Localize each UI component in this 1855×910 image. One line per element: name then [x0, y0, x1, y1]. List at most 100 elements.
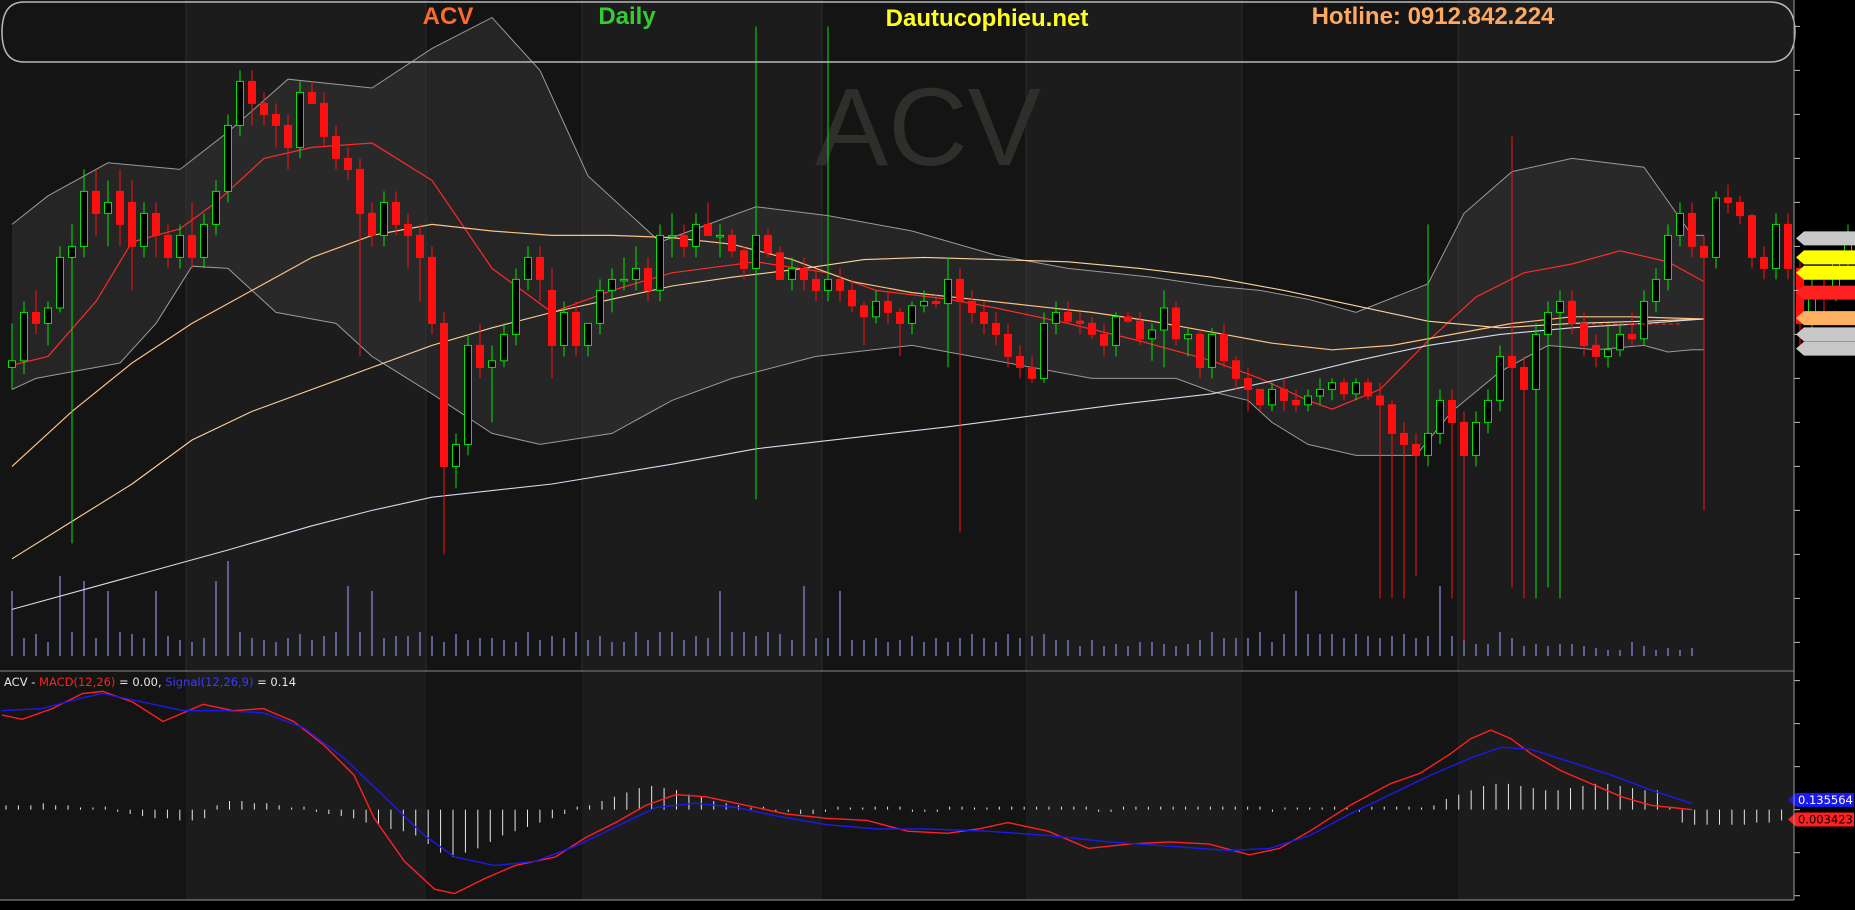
legend-symbol: ACV -	[4, 675, 39, 689]
candle-body-down	[704, 223, 712, 236]
macd-panel[interactable]	[0, 672, 1794, 900]
candle-body-down	[404, 223, 412, 236]
candle-body-down	[644, 267, 652, 291]
macd-month-band	[186, 672, 426, 900]
macd-tag-text: 0.003423	[1798, 813, 1853, 827]
candle-body-down	[1580, 322, 1588, 346]
price-tag	[1796, 265, 1855, 280]
candle-body-down	[1028, 366, 1036, 379]
candle-body-down	[800, 267, 808, 280]
legend-signal-label: Signal(12,26,9)	[165, 675, 253, 689]
candle-body-down	[248, 80, 256, 104]
candle-body-down	[188, 234, 196, 258]
candle-body-up	[1424, 432, 1432, 456]
candle-body-down	[260, 102, 268, 115]
candle-body-down	[1376, 395, 1384, 406]
candle-body-up	[500, 333, 508, 362]
candle-body-up	[1640, 300, 1648, 340]
candle-body-up	[1052, 311, 1060, 324]
price-tag-box	[1796, 231, 1855, 246]
legend-macd-value: = 0.00,	[115, 675, 165, 689]
legend-macd-label: MACD(12,26)	[39, 675, 115, 689]
candle-body-up	[176, 234, 184, 258]
candle-body-down	[572, 311, 580, 346]
candle-body-up	[584, 322, 592, 346]
candle-body-up	[380, 201, 388, 236]
price-tag	[1796, 250, 1855, 265]
candle-body-up	[20, 311, 28, 362]
candle-body-down	[392, 201, 400, 225]
candle-body-up	[1472, 421, 1480, 456]
candle-body-up	[608, 278, 616, 291]
candle-body-down	[332, 135, 340, 159]
candle-body-down	[740, 250, 748, 269]
macd-tag-text: 0.135564	[1798, 793, 1853, 807]
candle-body-down	[32, 311, 40, 324]
macd-month-band	[582, 672, 822, 900]
candle-body-up	[1772, 223, 1780, 269]
candle-body-up	[596, 289, 604, 324]
candle-body-down	[1004, 333, 1012, 357]
price-tag	[1796, 341, 1855, 356]
candle-body-up	[1160, 307, 1168, 331]
candle-body-up	[1544, 311, 1552, 335]
candle-body-up	[788, 267, 796, 280]
candle-body-down	[1292, 399, 1300, 406]
candle-body-up	[1616, 333, 1624, 351]
candle-body-up	[1148, 329, 1156, 340]
candle-body-down	[272, 113, 280, 126]
candle-body-up	[632, 267, 640, 280]
macd-tag: 0.135564	[1788, 792, 1854, 807]
candle-body-down	[1172, 307, 1180, 340]
candle-body-up	[68, 245, 76, 258]
candle-body-up	[8, 360, 16, 368]
candle-body-down	[968, 300, 976, 313]
candle-body-down	[1100, 333, 1108, 346]
price-tag-box	[1796, 327, 1855, 342]
candle-body-down	[1508, 355, 1516, 368]
candle-body-up	[1208, 333, 1216, 368]
price-tag-box	[1796, 265, 1855, 280]
candle-body-up	[80, 190, 88, 247]
candle-body-down	[728, 234, 736, 252]
candle-body-up	[464, 344, 472, 445]
price-tag-box	[1796, 341, 1855, 356]
candle-body-up	[1532, 333, 1540, 390]
legend-signal-value: = 0.14	[253, 675, 296, 689]
candle-body-down	[476, 344, 484, 368]
candle-body-up	[944, 278, 952, 305]
candle-body-up	[1436, 399, 1444, 434]
candle-body-down	[284, 124, 292, 148]
candle-body-down	[956, 278, 964, 302]
header-site: Dautucophieu.net	[886, 5, 1089, 32]
candle-body-down	[812, 278, 820, 291]
candle-body-up	[452, 443, 460, 467]
candle-body-down	[128, 201, 136, 247]
price-tag	[1796, 285, 1855, 300]
candle-body-up	[56, 256, 64, 309]
candle-body-up	[1652, 278, 1660, 302]
candle-body-down	[416, 234, 424, 258]
candle-body-up	[1328, 382, 1336, 390]
candle-body-up	[1604, 349, 1612, 357]
candle-body-down	[548, 289, 556, 346]
macd-month-band	[1242, 672, 1458, 900]
candle-body-down	[764, 234, 772, 254]
candle-body-down	[1280, 388, 1288, 401]
macd-month-band	[426, 672, 582, 900]
price-tag	[1796, 231, 1855, 246]
candle-body-up	[524, 256, 532, 280]
stock-chart[interactable]: ACV ACV Daily Dautucophieu.net Hotline: …	[0, 0, 1855, 910]
macd-legend: ACV - MACD(12,26) = 0.00, Signal(12,26,9…	[4, 675, 296, 689]
candle-body-up	[1676, 212, 1684, 236]
candle-body-up	[1268, 388, 1276, 406]
candle-body-up	[212, 190, 220, 225]
candle-body-up	[1040, 322, 1048, 379]
candle-body-down	[1400, 432, 1408, 445]
candle-body-down	[680, 234, 688, 247]
candle-body-down	[896, 311, 904, 324]
candle-body-down	[116, 190, 124, 225]
watermark: ACV	[815, 66, 1041, 189]
candle-body-up	[656, 234, 664, 291]
candle-body-down	[1700, 245, 1708, 258]
